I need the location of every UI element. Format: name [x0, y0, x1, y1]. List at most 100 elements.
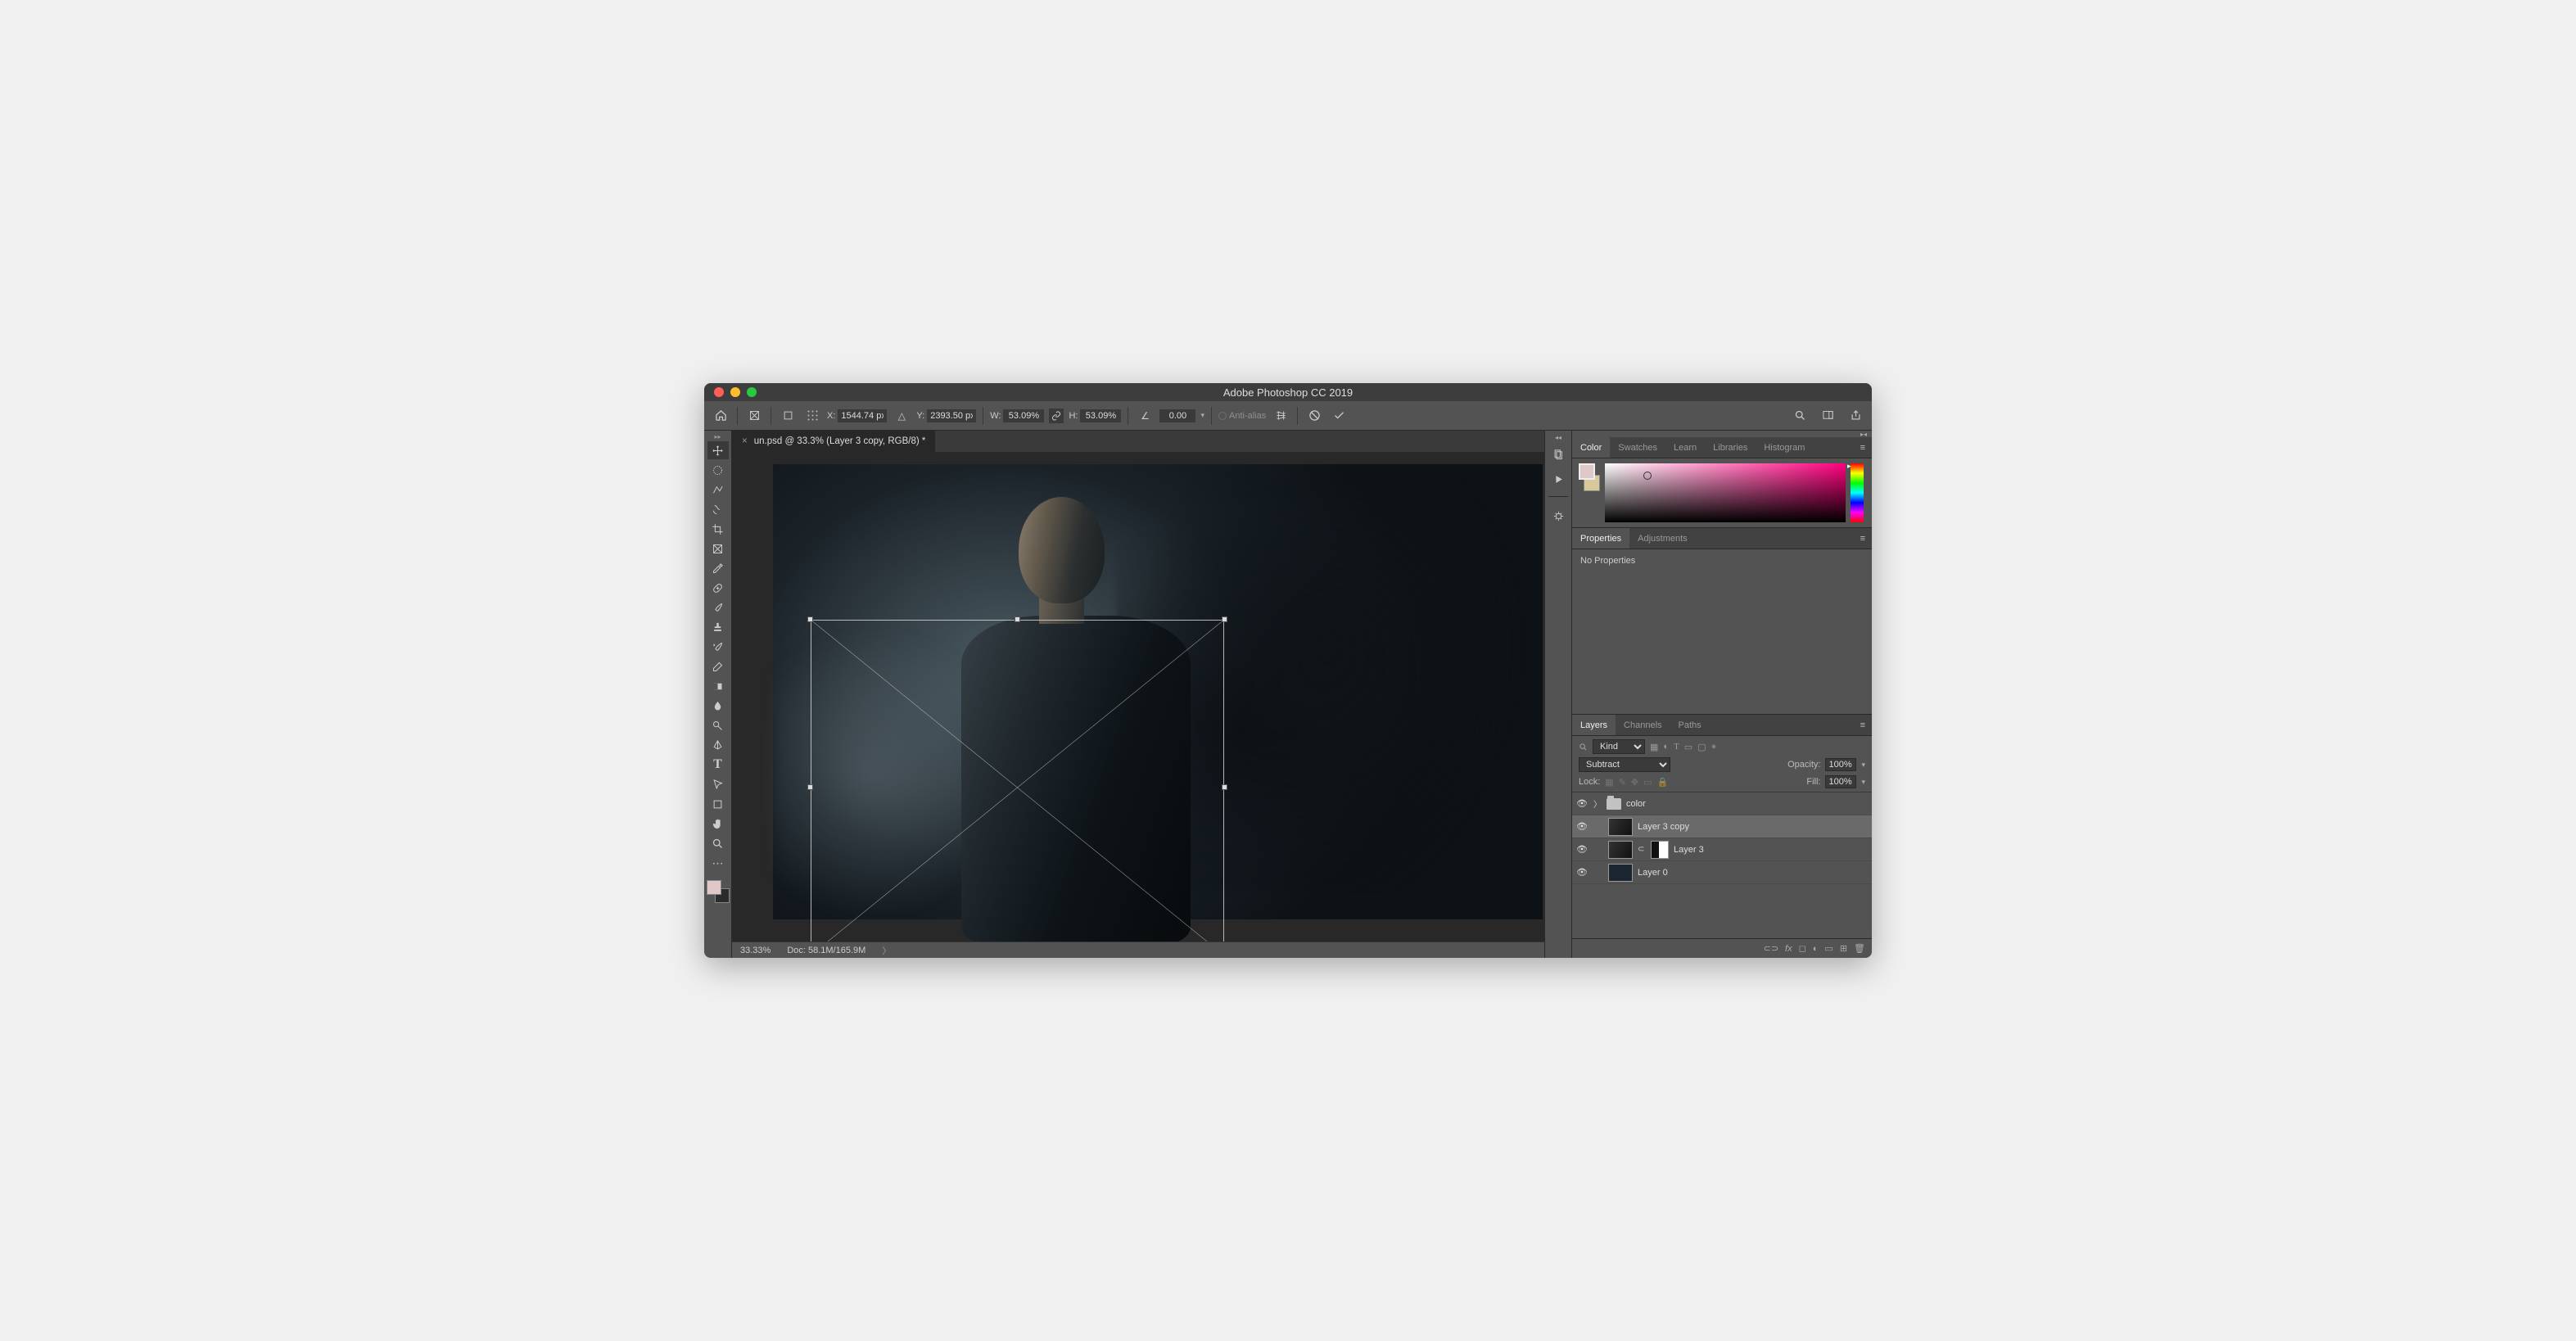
link-layers-icon[interactable]: ⊂⊃ [1764, 943, 1778, 954]
layer-name[interactable]: Layer 3 copy [1638, 822, 1689, 832]
antialias-toggle[interactable]: Anti-alias [1218, 411, 1266, 421]
filter-kind-select[interactable]: Kind [1593, 739, 1645, 754]
hand-tool[interactable] [707, 815, 729, 833]
close-tab-icon[interactable]: × [742, 436, 748, 446]
lock-pixels-icon[interactable]: ✎ [1619, 777, 1626, 788]
commit-transform-icon[interactable] [1329, 406, 1349, 426]
canvas-viewport[interactable] [732, 452, 1544, 941]
filter-pixel-icon[interactable]: ▦ [1650, 742, 1658, 752]
adjustment-layer-icon[interactable]: ◐ [1813, 944, 1819, 954]
layer-name[interactable]: Layer 0 [1638, 868, 1668, 878]
brush-tool[interactable] [707, 598, 729, 616]
foreground-swatch[interactable] [707, 880, 721, 895]
visibility-toggle-icon[interactable]: 👁 [1575, 844, 1589, 855]
quick-select-tool[interactable] [707, 500, 729, 518]
zoom-level[interactable]: 33.33% [740, 946, 771, 955]
panel-menu-icon[interactable]: ≡ [1854, 720, 1872, 730]
heal-tool[interactable] [707, 579, 729, 597]
pen-tool[interactable] [707, 736, 729, 754]
fill-input[interactable] [1825, 775, 1856, 788]
layer-group-row[interactable]: 👁 〉 color [1572, 792, 1872, 815]
layer-row[interactable]: 👁 Layer 0 [1572, 861, 1872, 884]
path-select-tool[interactable] [707, 775, 729, 793]
warp-icon[interactable] [1271, 406, 1290, 426]
link-aspect-icon[interactable] [1049, 409, 1064, 423]
home-icon[interactable] [711, 406, 730, 426]
layer-fx-icon[interactable]: fx [1785, 944, 1792, 954]
layer-thumbnail[interactable] [1608, 818, 1633, 836]
close-window-icon[interactable] [714, 387, 724, 397]
expand-strip-icon[interactable]: ◂◂ [1555, 434, 1561, 440]
transform-handle[interactable] [1222, 784, 1227, 790]
transform-bounding-box[interactable] [811, 620, 1224, 941]
color-swatches[interactable] [707, 880, 730, 903]
filter-type-icon[interactable]: T [1674, 742, 1679, 752]
history-brush-tool[interactable] [707, 638, 729, 656]
canvas[interactable] [773, 464, 1543, 919]
angle-input[interactable] [1159, 409, 1195, 422]
transform-handle[interactable] [807, 616, 813, 622]
blend-mode-select[interactable]: Subtract [1579, 757, 1670, 772]
new-group-icon[interactable]: ▭ [1824, 943, 1833, 954]
layer-mask-thumbnail[interactable] [1651, 841, 1669, 859]
workspace-icon[interactable] [1818, 406, 1837, 426]
lock-artboard-icon[interactable]: ▭ [1643, 777, 1652, 788]
layer-name[interactable]: color [1626, 799, 1646, 809]
history-panel-icon[interactable] [1548, 444, 1569, 465]
panel-color-swatches[interactable] [1579, 463, 1600, 522]
panel-foreground-swatch[interactable] [1579, 463, 1595, 480]
share-icon[interactable] [1846, 406, 1865, 426]
shape-tool[interactable] [707, 795, 729, 813]
gradient-tool[interactable] [707, 677, 729, 695]
type-tool[interactable]: T [707, 756, 729, 774]
tab-adjustments[interactable]: Adjustments [1629, 528, 1696, 549]
opacity-input[interactable] [1825, 758, 1856, 771]
add-mask-icon[interactable]: ◻ [1799, 943, 1806, 954]
edit-toolbar-icon[interactable]: ⋯ [707, 854, 729, 872]
new-layer-icon[interactable]: ⊞ [1840, 943, 1847, 954]
doc-size[interactable]: Doc: 58.1M/165.9M [787, 946, 865, 955]
transform-handle[interactable] [1015, 616, 1020, 622]
status-flyout-icon[interactable]: 〉 [882, 944, 891, 957]
tab-properties[interactable]: Properties [1572, 528, 1629, 549]
color-picker[interactable] [1605, 463, 1846, 522]
dodge-tool[interactable] [707, 716, 729, 734]
zoom-tool[interactable] [707, 834, 729, 852]
crop-tool[interactable] [707, 520, 729, 538]
transform-controls-icon[interactable] [744, 406, 764, 426]
move-tool[interactable] [707, 441, 729, 459]
eyedropper-tool[interactable] [707, 559, 729, 577]
transform-handle[interactable] [807, 784, 813, 790]
filter-shape-icon[interactable]: ▭ [1684, 742, 1692, 752]
tab-channels[interactable]: Channels [1616, 715, 1670, 735]
filter-smart-icon[interactable]: ▢ [1697, 742, 1706, 752]
lock-transparency-icon[interactable]: ▦ [1605, 777, 1613, 788]
tab-histogram[interactable]: Histogram [1756, 437, 1813, 458]
link-mask-icon[interactable]: ⊂ [1638, 845, 1646, 854]
collapse-panels-icon[interactable]: ▸◂ [1572, 431, 1872, 437]
minimize-window-icon[interactable] [730, 387, 740, 397]
collapse-toolbar-icon[interactable]: ▸▸ [704, 433, 731, 440]
reference-grid-icon[interactable] [802, 406, 822, 426]
filter-toggle-icon[interactable]: ● [1711, 742, 1717, 752]
transform-handle[interactable] [1222, 616, 1227, 622]
panel-menu-icon[interactable]: ≡ [1854, 443, 1872, 453]
document-tab[interactable]: × un.psd @ 33.3% (Layer 3 copy, RGB/8) * [732, 431, 935, 452]
tab-learn[interactable]: Learn [1665, 437, 1705, 458]
visibility-toggle-icon[interactable]: 👁 [1575, 821, 1589, 832]
lock-position-icon[interactable]: ✥ [1631, 777, 1638, 788]
visibility-toggle-icon[interactable]: 👁 [1575, 867, 1589, 878]
delta-icon[interactable]: △ [892, 406, 911, 426]
filter-adjust-icon[interactable]: ◐ [1663, 742, 1669, 752]
blur-tool[interactable] [707, 697, 729, 715]
navigator-panel-icon[interactable] [1548, 505, 1569, 526]
tab-layers[interactable]: Layers [1572, 715, 1616, 735]
y-input[interactable] [927, 409, 976, 422]
lasso-tool[interactable] [707, 481, 729, 499]
tab-swatches[interactable]: Swatches [1610, 437, 1665, 458]
visibility-toggle-icon[interactable]: 👁 [1575, 798, 1589, 809]
tab-paths[interactable]: Paths [1670, 715, 1710, 735]
h-input[interactable] [1080, 409, 1121, 422]
layer-name[interactable]: Layer 3 [1674, 845, 1704, 855]
delete-layer-icon[interactable]: 🗑 [1854, 943, 1865, 954]
